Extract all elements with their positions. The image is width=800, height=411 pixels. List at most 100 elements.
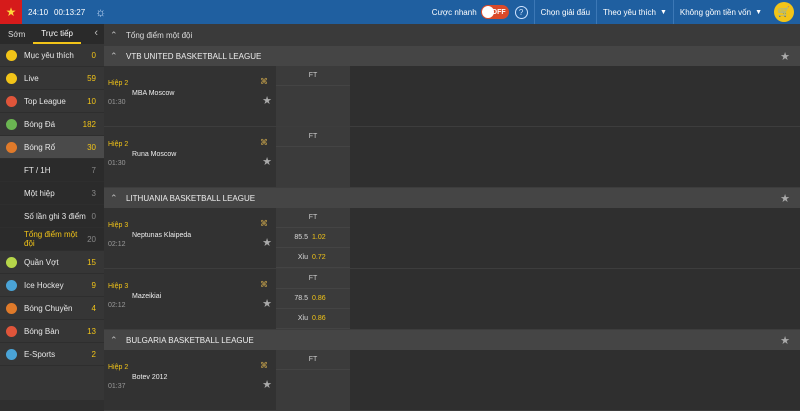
sidebar-item-label: Bóng Rổ <box>24 142 56 152</box>
tab-early[interactable]: Sớm <box>0 24 33 44</box>
vietnam-flag-icon: ★ <box>0 0 22 24</box>
elapsed-time: 00:13:27 <box>54 7 86 17</box>
sidebar-item[interactable]: Live 59 <box>0 67 104 90</box>
sidebar-item[interactable]: Bóng Chuyền 4 <box>0 297 104 320</box>
match-period: Hiệp 3 <box>108 222 129 229</box>
sidebar-item[interactable]: Bóng Rổ 30 <box>0 136 104 159</box>
favorite-star-icon[interactable]: ★ <box>262 94 272 107</box>
sidebar-item[interactable]: Top League 10 <box>0 90 104 113</box>
odds-header: FT <box>276 208 350 228</box>
sidebar-item-count: 30 <box>87 142 96 152</box>
collapse-all-icon[interactable]: ⌃ <box>110 30 126 41</box>
esports-icon <box>6 348 17 360</box>
league-header[interactable]: ⌃ BULGARIA BASKETBALL LEAGUE ★ <box>104 330 800 350</box>
league-name: LITHUANIA BASKETBALL LEAGUE <box>126 193 256 203</box>
favorite-star-icon[interactable]: ★ <box>262 155 272 168</box>
sidebar-item[interactable]: Quần Vợt 15 <box>0 251 104 274</box>
favorite-star-icon[interactable]: ★ <box>780 334 790 347</box>
sidebar-item-label: Bóng Đá <box>24 119 56 129</box>
quick-bet[interactable]: Cược nhanh OFF ? <box>426 0 534 24</box>
chevron-up-icon[interactable]: ⌃ <box>110 335 126 346</box>
match-time: 02:12 <box>108 241 126 248</box>
sidebar-item[interactable]: E-Sports 2 <box>0 343 104 366</box>
main-header: ⌃ Tổng điểm một đội <box>104 24 800 46</box>
tennis-icon <box>6 256 17 268</box>
match-period: Hiệp 2 <box>108 364 129 371</box>
league-header[interactable]: ⌃ LITHUANIA BASKETBALL LEAGUE ★ <box>104 188 800 208</box>
sort-label: Theo yêu thích <box>603 7 656 17</box>
league-name: BULGARIA BASKETBALL LEAGUE <box>126 335 254 345</box>
favorite-star-icon[interactable]: ★ <box>262 297 272 310</box>
match-info: Hiệp 3 02:12 Neptunas Klaipeda ⌘ ★ <box>104 208 276 268</box>
sidebar-subitem[interactable]: Tổng điểm một đội 20 <box>0 228 104 251</box>
sidebar-item-count: 0 <box>91 50 96 60</box>
odds-row[interactable]: 85.5 1.02 <box>276 228 350 248</box>
odds-cell: FT <box>276 350 350 410</box>
quick-bet-toggle[interactable]: OFF <box>480 5 509 19</box>
chevron-up-icon[interactable]: ⌃ <box>110 193 126 204</box>
odds-cell: FT <box>276 127 350 187</box>
live-court-icon[interactable]: ⌘ <box>260 220 272 228</box>
sidebar-subitem[interactable]: Số lần ghi 3 điểm 0 <box>0 205 104 228</box>
sort-dropdown[interactable]: Theo yêu thích ▼ <box>596 0 673 24</box>
sidebar-item[interactable]: Bóng Đá 182 <box>0 113 104 136</box>
favorite-star-icon[interactable]: ★ <box>262 378 272 391</box>
chevron-up-icon[interactable]: ⌃ <box>110 51 126 62</box>
favorite-star-icon[interactable]: ★ <box>262 236 272 249</box>
match-period: Hiệp 2 <box>108 141 129 148</box>
theme-toggle-icon[interactable]: ☼ <box>95 5 109 19</box>
sidebar-item-label: Bóng Bàn <box>24 326 60 336</box>
sidebar: Sớm Trực tiếp ‹ Mục yêu thích 0 Live 59 Top … <box>0 24 104 400</box>
empty-market-area <box>350 208 800 268</box>
sidebar-item-label: Top League <box>24 96 66 106</box>
sidebar-item-count: 10 <box>87 96 96 106</box>
odds-value[interactable]: 1.02 <box>312 234 326 241</box>
choose-league-button[interactable]: Chọn giải đấu <box>533 0 596 24</box>
chevron-down-icon: ▼ <box>755 8 762 16</box>
empty-market-area <box>350 127 800 187</box>
sidebar-subitem-count: 7 <box>91 165 96 175</box>
odds-line: 85.5 <box>294 234 308 241</box>
sidebar-item[interactable]: Mục yêu thích 0 <box>0 44 104 67</box>
match-info: Hiệp 2 01:37 Botev 2012 ⌘ ★ <box>104 350 276 410</box>
basketball-icon <box>6 141 17 153</box>
odds-row[interactable]: 78.5 0.86 <box>276 289 350 309</box>
odds-row[interactable]: Xỉu 0.86 <box>276 309 350 329</box>
odds-line: 78.5 <box>294 295 308 302</box>
live-court-icon[interactable]: ⌘ <box>260 139 272 147</box>
team-name: Neptunas Klaipeda <box>132 232 192 239</box>
capital-label: Không gồm tiền vốn <box>679 7 752 17</box>
quick-bet-label: Cược nhanh <box>431 7 477 17</box>
sidebar-item-count: 59 <box>87 73 96 83</box>
tab-live[interactable]: Trực tiếp <box>33 24 81 44</box>
sidebar-item[interactable]: Bóng Bàn 13 <box>0 320 104 343</box>
empty-market-area <box>350 66 800 126</box>
capital-dropdown[interactable]: Không gồm tiền vốn ▼ <box>672 0 768 24</box>
team-name: Runa Moscow <box>132 151 177 158</box>
live-court-icon[interactable]: ⌘ <box>260 281 272 289</box>
collapse-sidebar-icon[interactable]: ‹ <box>94 27 98 39</box>
match-row: Hiệp 2 01:30 MBA Moscow ⌘ ★ FT <box>104 66 800 127</box>
favorite-star-icon[interactable]: ★ <box>780 50 790 63</box>
sidebar-item[interactable]: Ice Hockey 9 <box>0 274 104 297</box>
odds-header: FT <box>276 269 350 289</box>
help-icon[interactable]: ? <box>514 5 528 19</box>
sidebar-subitem[interactable]: FT / 1H 7 <box>0 159 104 182</box>
sidebar-item-label: Mục yêu thích <box>24 50 74 60</box>
bet-slip-cart-icon[interactable]: 🛒 <box>774 2 794 22</box>
live-court-icon[interactable]: ⌘ <box>260 362 272 370</box>
favorite-star-icon[interactable]: ★ <box>780 192 790 205</box>
live-court-icon[interactable]: ⌘ <box>260 78 272 86</box>
sidebar-item-label: E-Sports <box>24 349 56 359</box>
match-row: Hiệp 2 01:37 Botev 2012 ⌘ ★ FT <box>104 350 800 411</box>
league-header[interactable]: ⌃ VTB UNITED BASKETBALL LEAGUE ★ <box>104 46 800 66</box>
odds-value[interactable]: 0.86 <box>312 315 326 322</box>
odds-row[interactable]: Xỉu 0.72 <box>276 248 350 268</box>
odds-value[interactable]: 0.72 <box>312 254 326 261</box>
empty-market-area <box>350 350 800 410</box>
team-name: Botev 2012 <box>132 374 168 381</box>
match-row: Hiệp 3 02:12 Neptunas Klaipeda ⌘ ★ FT 85.5 1.02… <box>104 208 800 269</box>
odds-header: FT <box>276 127 350 147</box>
odds-value[interactable]: 0.86 <box>312 295 326 302</box>
sidebar-subitem[interactable]: Một hiệp 3 <box>0 182 104 205</box>
